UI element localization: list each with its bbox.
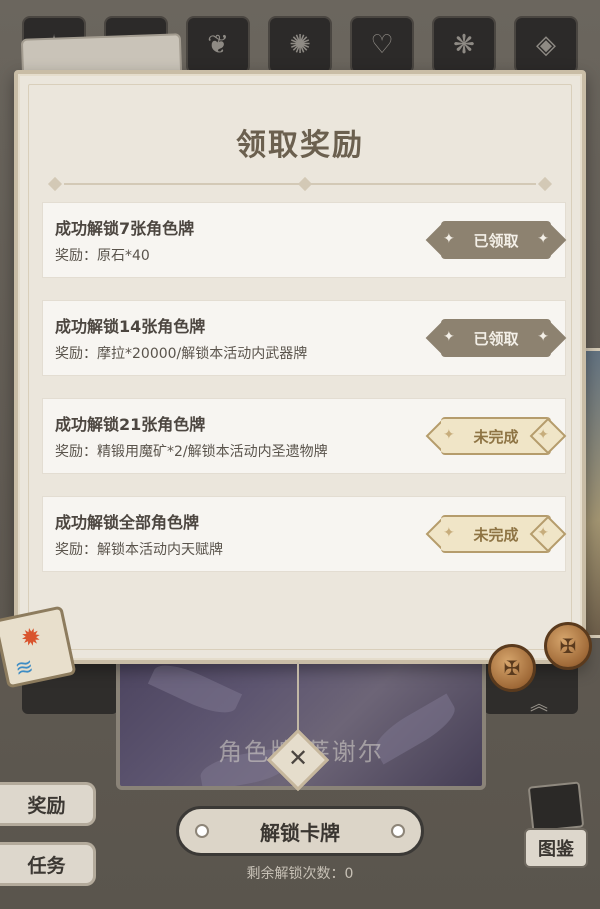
status-label: 已领取 <box>473 231 519 250</box>
incomplete-button[interactable]: ✦ 未完成 ✦ <box>425 417 567 455</box>
claimed-button[interactable]: ✦ 已领取 ✦ <box>425 319 567 357</box>
reward-description: 奖励：精锻用魔矿*2/解锁本活动内圣遗物牌 <box>55 444 328 460</box>
unlock-card-button[interactable]: 解锁卡牌 <box>176 806 424 856</box>
rewards-button[interactable]: 奖励 <box>0 782 96 826</box>
cryo-emblem-icon[interactable]: ❦ <box>186 16 250 74</box>
dendro-emblem-icon[interactable]: ❋ <box>432 16 496 74</box>
status-label: 已领取 <box>473 329 519 348</box>
reward-modal: 领取奖励 成功解锁7张角色牌 奖励：原石*40 ✦ 已领取 ✦ 成功解锁14张角… <box>14 70 586 664</box>
reward-title: 成功解锁14张角色牌 <box>55 317 206 336</box>
status-label: 未完成 <box>473 427 519 446</box>
reward-list: 成功解锁7张角色牌 奖励：原石*40 ✦ 已领取 ✦ 成功解锁14张角色牌 奖励… <box>42 202 567 594</box>
leaf-decoration <box>147 656 243 722</box>
sparkle-icon: ✦ <box>443 329 455 345</box>
unlock-card-label: 解锁卡牌 <box>260 820 340 845</box>
reward-description: 奖励：摩拉*20000/解锁本活动内武器牌 <box>55 346 308 362</box>
reward-row: 成功解锁14张角色牌 奖励：摩拉*20000/解锁本活动内武器牌 ✦ 已领取 ✦ <box>42 300 567 376</box>
coin-decoration-icon: ✠ <box>488 644 536 692</box>
album-button[interactable]: 图鉴 <box>520 781 592 868</box>
sparkle-icon: ✦ <box>537 231 549 247</box>
sparkle-icon: ✦ <box>537 427 549 443</box>
close-button[interactable]: ✕ <box>266 728 330 792</box>
hydro-icon: ≋ <box>12 654 37 683</box>
close-string <box>297 662 299 732</box>
electro-emblem-icon[interactable]: ◈ <box>514 16 578 74</box>
divider-gem-icon <box>537 176 553 192</box>
divider-gem-icon <box>297 176 313 192</box>
reward-title: 成功解锁21张角色牌 <box>55 415 206 434</box>
double-chevron-up-icon: ︽ <box>530 694 548 715</box>
reward-row: 成功解锁7张角色牌 奖励：原石*40 ✦ 已领取 ✦ <box>42 202 567 278</box>
pyro-icon: ✹ <box>18 621 44 654</box>
button-ornament-icon <box>195 824 209 838</box>
reward-description: 奖励：原石*40 <box>55 248 150 264</box>
sparkle-icon: ✦ <box>537 525 549 541</box>
geo-emblem-icon[interactable]: ♡ <box>350 16 414 74</box>
coin-decoration-icon: ✠ <box>544 622 592 670</box>
hydro-emblem-icon[interactable]: ✺ <box>268 16 332 74</box>
sparkle-icon: ✦ <box>443 231 455 247</box>
sparkle-icon: ✦ <box>443 525 455 541</box>
reward-row: 成功解锁全部角色牌 奖励：解锁本活动内天赋牌 ✦ 未完成 ✦ <box>42 496 567 572</box>
sparkle-icon: ✦ <box>443 427 455 443</box>
incomplete-button[interactable]: ✦ 未完成 ✦ <box>425 515 567 553</box>
button-ornament-icon <box>391 824 405 838</box>
claimed-button[interactable]: ✦ 已领取 ✦ <box>425 221 567 259</box>
card-stack-icon <box>527 781 585 833</box>
reward-title: 成功解锁全部角色牌 <box>55 513 200 532</box>
divider-gem-icon <box>47 176 63 192</box>
title-divider <box>44 176 556 192</box>
modal-title: 领取奖励 <box>236 128 364 163</box>
status-label: 未完成 <box>473 525 519 544</box>
reward-title: 成功解锁7张角色牌 <box>55 219 195 238</box>
reward-description: 奖励：解锁本活动内天赋牌 <box>55 542 223 558</box>
remaining-unlocks: 剩余解锁次数：0 <box>246 866 354 882</box>
sparkle-icon: ✦ <box>537 329 549 345</box>
album-label: 图鉴 <box>524 828 588 868</box>
close-icon: ✕ <box>287 744 309 772</box>
reward-row: 成功解锁21张角色牌 奖励：精锻用魔矿*2/解锁本活动内圣遗物牌 ✦ 未完成 ✦ <box>42 398 567 474</box>
